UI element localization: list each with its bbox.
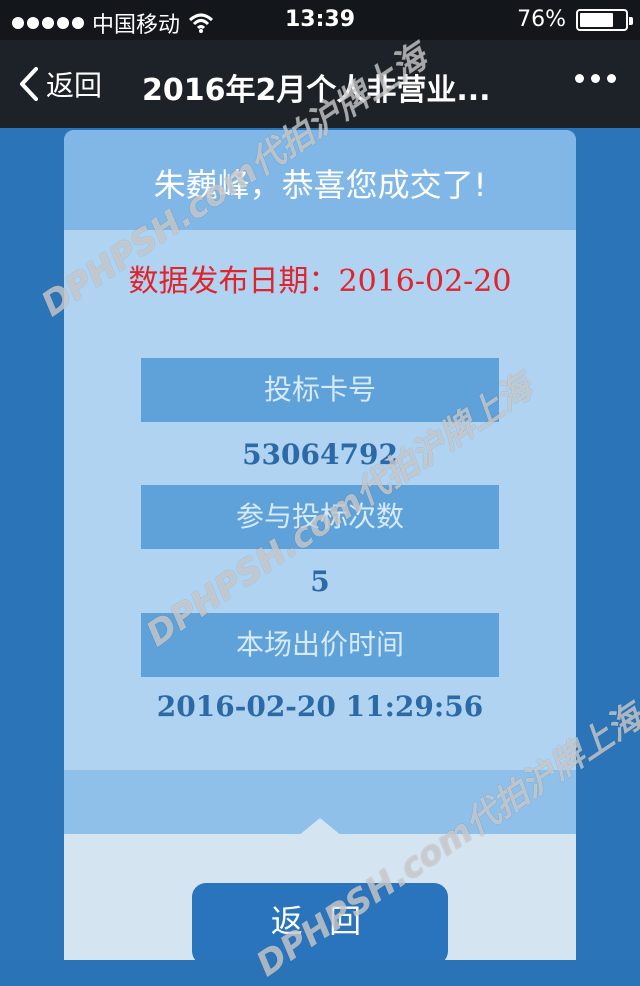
congratulation-message: 朱巍峰，恭喜您成交了! <box>153 166 487 204</box>
card-header: 朱巍峰，恭喜您成交了! <box>64 130 576 230</box>
bid-time-label: 本场出价时间 <box>141 613 499 677</box>
battery-icon <box>576 8 633 31</box>
chevron-left-icon <box>20 67 38 101</box>
bid-count-value: 5 <box>310 565 330 598</box>
bid-count-label: 参与投标次数 <box>141 485 499 549</box>
page-title: 2016年2月个人非营业... <box>142 73 491 108</box>
pointer-notch <box>298 818 342 836</box>
status-bar: 中国移动 13:39 76% <box>0 0 640 40</box>
navigation-bar: 返回 2016年2月个人非营业... <box>0 40 640 128</box>
bid-card-number-label: 投标卡号 <box>141 358 499 422</box>
card-body: 数据发布日期：2016-02-20 投标卡号 53064792 参与投标次数 5… <box>64 230 576 770</box>
status-right: 76% <box>517 7 633 32</box>
bid-card-number-value: 53064792 <box>242 438 398 471</box>
page-content: 朱巍峰，恭喜您成交了! 数据发布日期：2016-02-20 投标卡号 53064… <box>0 128 640 960</box>
return-button[interactable]: 返 回 <box>192 883 448 960</box>
back-label: 返回 <box>46 69 103 102</box>
result-card: 朱巍峰，恭喜您成交了! 数据发布日期：2016-02-20 投标卡号 53064… <box>64 130 576 960</box>
battery-percent: 76% <box>517 7 566 32</box>
publish-date: 数据发布日期：2016-02-20 <box>128 264 512 299</box>
bid-time-value: 2016-02-20 11:29:56 <box>156 690 484 723</box>
back-button[interactable]: 返回 <box>18 62 102 106</box>
more-options-icon[interactable] <box>575 74 616 83</box>
